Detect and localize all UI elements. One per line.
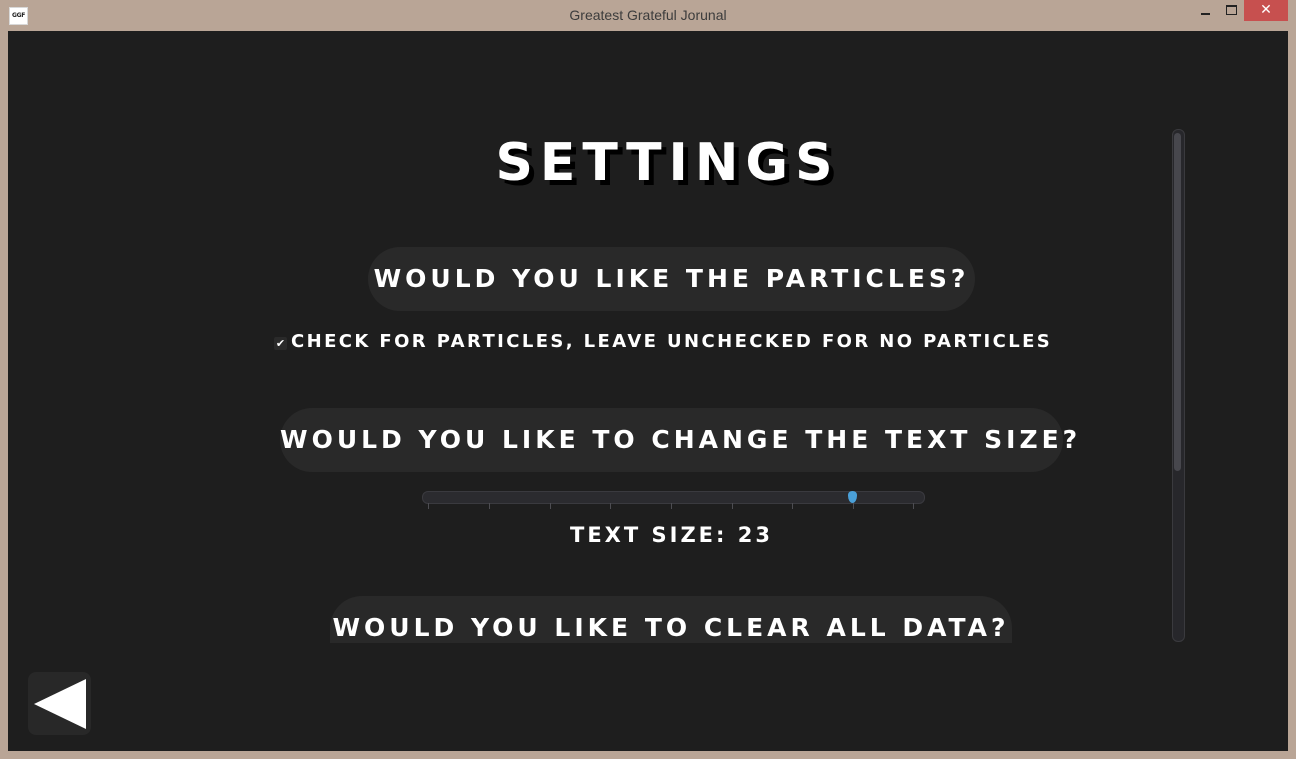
slider-tick bbox=[610, 503, 611, 509]
slider-tick bbox=[489, 503, 490, 509]
settings-page: Settings Would you like the particles? ✔… bbox=[8, 31, 1288, 751]
window-title: Greatest Grateful Jorunal bbox=[569, 7, 727, 23]
maximize-button[interactable] bbox=[1218, 0, 1244, 21]
slider-tick bbox=[550, 503, 551, 509]
text-size-question: Would you like to change the text size? bbox=[280, 408, 1077, 472]
slider-tick bbox=[913, 503, 914, 509]
back-arrow-icon bbox=[34, 679, 86, 729]
particles-question: Would you like the particles? bbox=[368, 247, 975, 311]
clear-data-question: Would you like to clear all data? bbox=[330, 596, 1012, 643]
slider-tick bbox=[792, 503, 793, 509]
slider-tick bbox=[428, 503, 429, 509]
scrollbar-thumb[interactable] bbox=[1174, 133, 1181, 471]
close-button[interactable]: ✕ bbox=[1244, 0, 1288, 21]
page-title: Settings bbox=[495, 133, 840, 193]
title-bar[interactable]: GGF Greatest Grateful Jorunal ✕ bbox=[0, 0, 1296, 31]
slider-tick bbox=[732, 503, 733, 509]
particles-checkbox[interactable]: ✔ bbox=[274, 337, 287, 350]
back-button[interactable] bbox=[28, 672, 91, 735]
text-size-label: Text size: 23 bbox=[570, 523, 773, 547]
slider-tick bbox=[671, 503, 672, 509]
particles-checkbox-label[interactable]: Check for particles, leave unchecked for… bbox=[291, 331, 1052, 352]
slider-tick bbox=[853, 503, 854, 509]
minimize-button[interactable] bbox=[1192, 0, 1218, 21]
